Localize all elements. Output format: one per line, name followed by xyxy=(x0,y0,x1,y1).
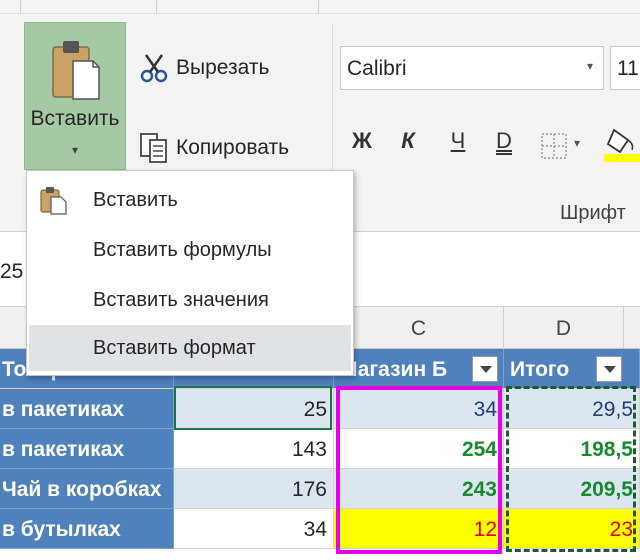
copy-marquee xyxy=(506,386,636,552)
copy-label: Копировать xyxy=(176,136,290,159)
underline-button[interactable]: Ч xyxy=(442,128,474,154)
ribbon-tab-strip xyxy=(0,0,640,14)
tab-divider xyxy=(156,0,157,14)
table-cell[interactable]: 143 xyxy=(174,429,334,469)
column-header-d[interactable]: D xyxy=(504,307,624,349)
table-row-label[interactable]: в бутылках xyxy=(0,509,174,549)
column-header-c[interactable]: C xyxy=(334,307,504,349)
menu-item-label: Вставить значения xyxy=(93,289,269,311)
font-group-label: Шрифт xyxy=(560,202,626,224)
chevron-down-icon: ▾ xyxy=(586,59,593,73)
table-header-total[interactable]: Итого xyxy=(504,349,640,389)
menu-item-paste-values[interactable]: Вставить значения xyxy=(29,277,351,323)
table-row-label[interactable]: в пакетиках xyxy=(0,429,174,469)
filter-dropdown-icon[interactable] xyxy=(472,356,498,382)
menu-item-label: Вставить формат xyxy=(93,337,256,359)
filter-dropdown-icon[interactable] xyxy=(596,356,622,382)
double-underline-button[interactable]: D xyxy=(488,128,520,154)
paste-label: Вставить xyxy=(30,107,120,130)
table-cell[interactable]: 176 xyxy=(174,469,334,509)
table-cell[interactable]: 34 xyxy=(174,509,334,549)
paste-clipboard-icon xyxy=(52,41,100,100)
paste-dropdown-caret-icon[interactable]: ▾ xyxy=(25,143,125,157)
tab-divider xyxy=(20,0,21,14)
font-name-value: Calibri xyxy=(347,57,407,80)
table-header-store-b[interactable]: Магазин Б xyxy=(334,349,504,389)
copy-button[interactable]: Копировать xyxy=(138,132,289,164)
name-box-value[interactable]: 25 xyxy=(0,260,23,284)
paste-menu: Вставить Вставить формулы Вставить значе… xyxy=(26,170,354,376)
bold-button[interactable]: Ж xyxy=(346,128,378,154)
fill-color-icon[interactable] xyxy=(604,124,640,162)
highlight-frame-store-b xyxy=(336,386,502,554)
header-label: Магазин Б xyxy=(340,358,448,381)
menu-item-paste-format[interactable]: Вставить формат xyxy=(29,325,351,371)
tab-divider xyxy=(318,0,319,14)
font-size-select[interactable]: 11 xyxy=(610,46,640,90)
header-label: Итого xyxy=(510,358,570,381)
borders-icon[interactable] xyxy=(540,132,568,160)
table-row-label[interactable]: в пакетиках xyxy=(0,389,174,429)
menu-item-label: Вставить xyxy=(93,189,178,211)
paste-button[interactable]: Вставить ▾ xyxy=(24,22,126,170)
table-row-label[interactable]: Чай в коробках xyxy=(0,469,174,509)
active-cell-border xyxy=(174,386,332,430)
font-name-select[interactable]: Calibri ▾ xyxy=(340,46,604,90)
menu-item-paste[interactable]: Вставить xyxy=(29,177,351,223)
font-size-value: 11 xyxy=(617,57,639,80)
scissors-icon xyxy=(140,54,168,83)
cut-button[interactable]: Вырезать xyxy=(138,52,269,84)
cut-label: Вырезать xyxy=(176,56,270,79)
italic-button[interactable]: К xyxy=(392,128,424,154)
menu-item-label: Вставить формулы xyxy=(93,239,272,261)
borders-dropdown-caret-icon[interactable]: ▾ xyxy=(574,136,580,150)
paste-icon xyxy=(40,187,67,215)
menu-item-paste-formulas[interactable]: Вставить формулы xyxy=(29,227,351,273)
copy-icon xyxy=(140,133,167,163)
